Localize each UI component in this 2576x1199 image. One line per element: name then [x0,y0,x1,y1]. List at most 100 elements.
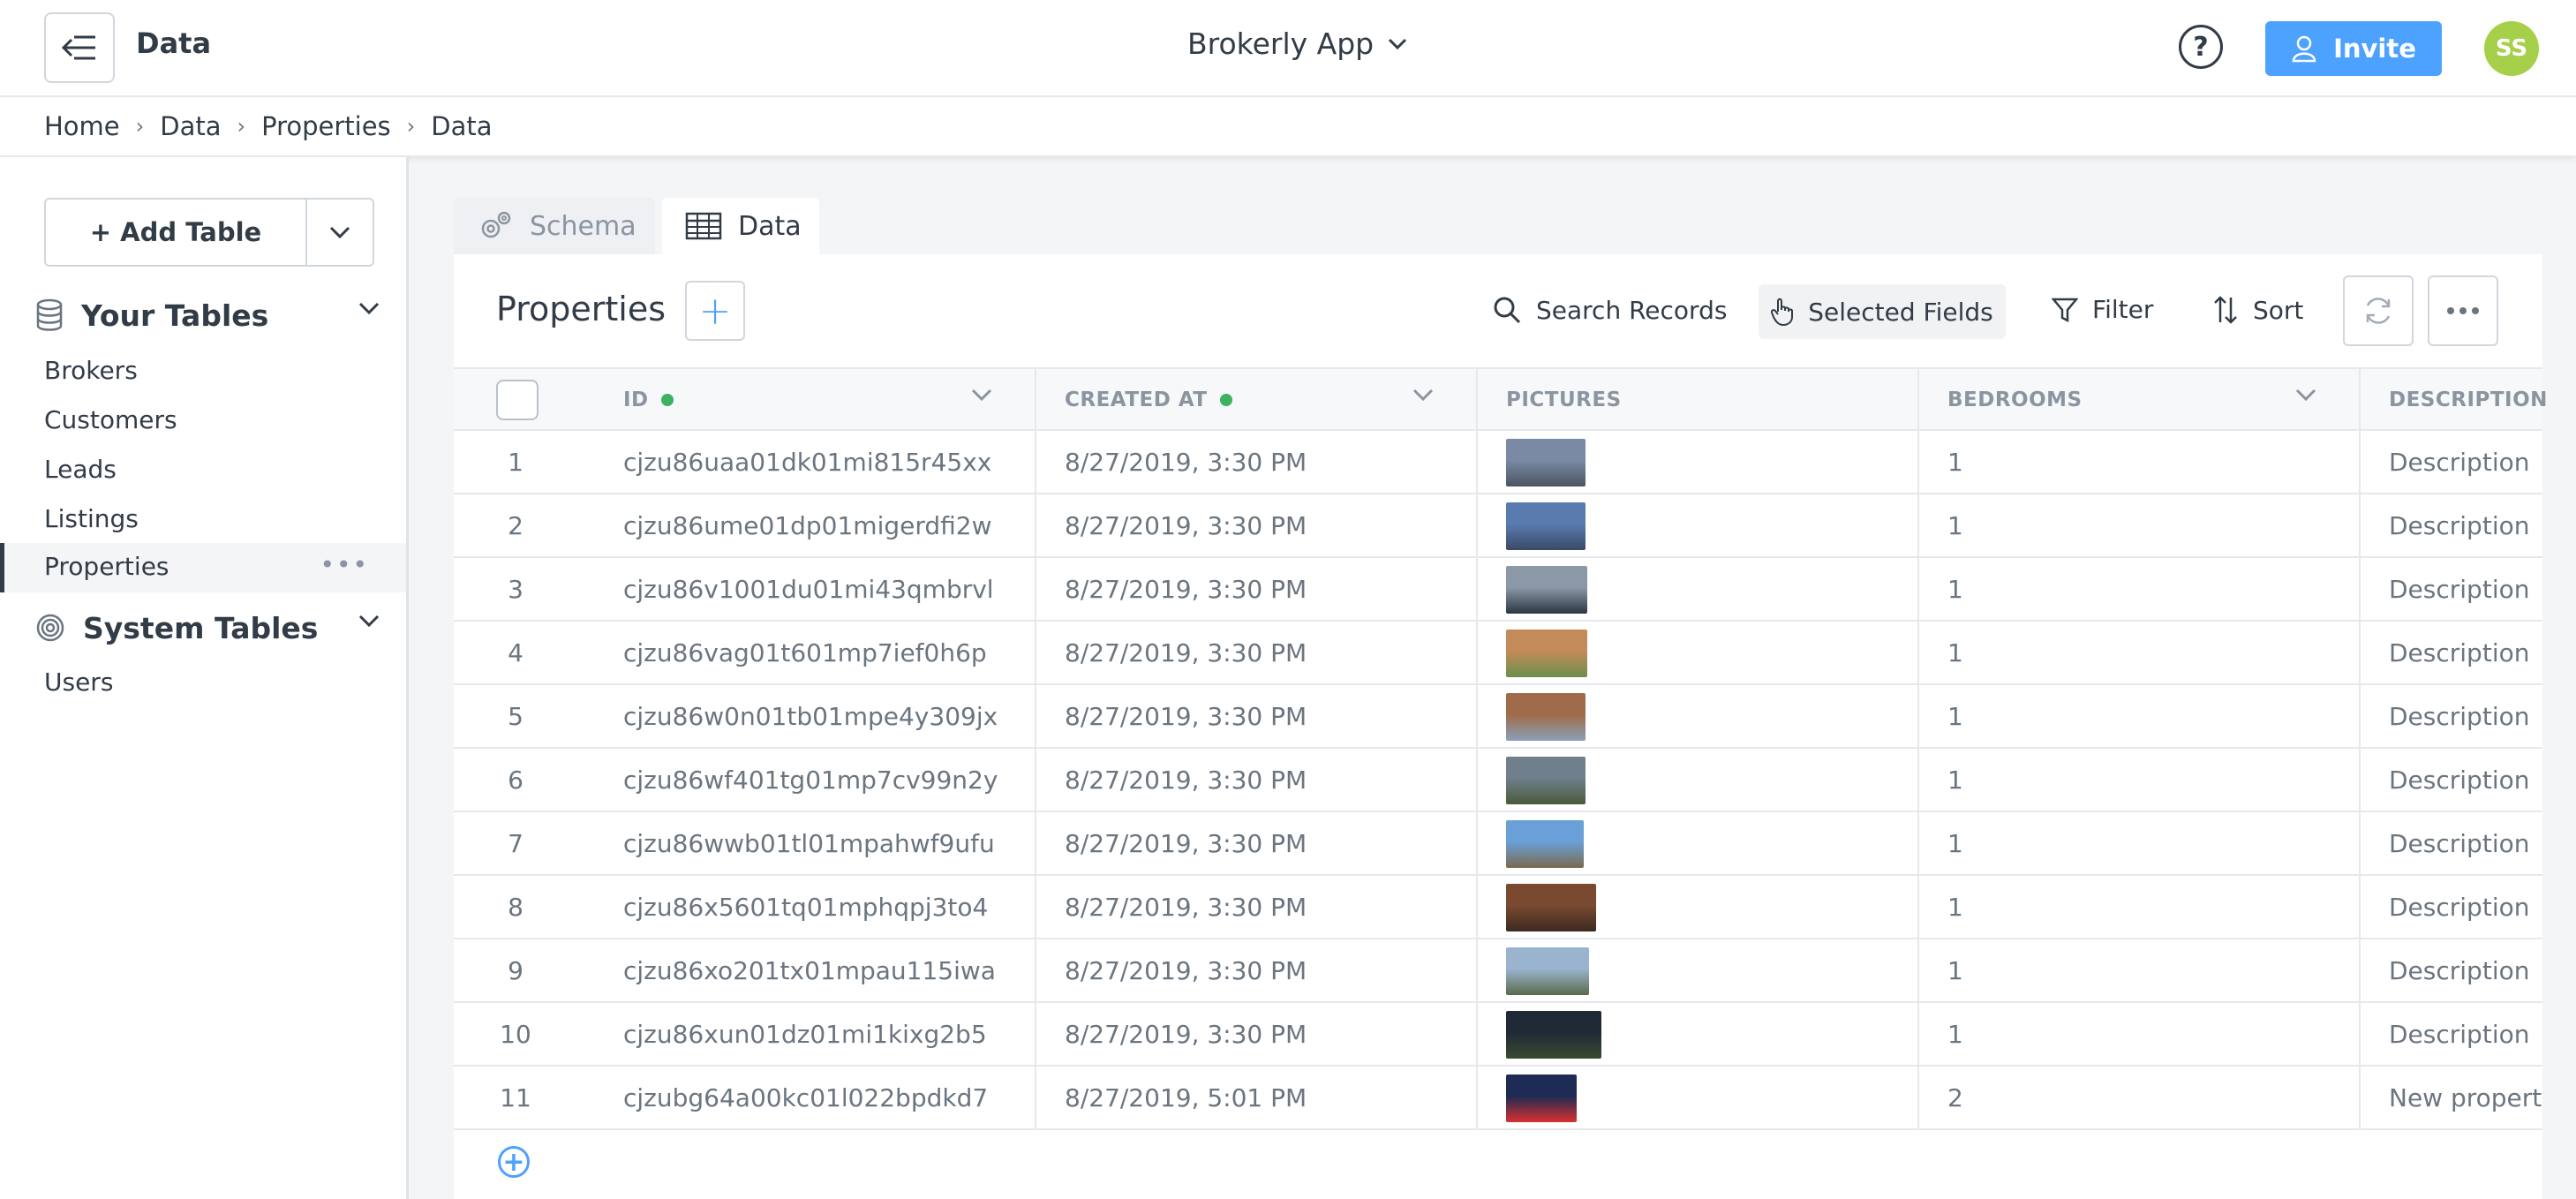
cell-bedrooms[interactable]: 1 [1947,685,2336,747]
cell-created-at[interactable]: 8/27/2019, 3:30 PM [1065,685,1453,747]
add-row-button[interactable]: + [498,1146,530,1178]
table-row[interactable]: 8 cjzu86x5601tq01mphqpj3to4 8/27/2019, 3:3… [454,876,2542,939]
cell-created-at[interactable]: 8/27/2019, 3:30 PM [1065,1003,1453,1065]
table-row[interactable]: 2 cjzu86ume01dp01migerdfi2w 8/27/2019, 3:3… [454,494,2542,558]
property-thumbnail[interactable] [1506,947,1589,995]
table-row[interactable]: 1 cjzu86uaa01dk01mi815r45xx 8/27/2019, 3:3… [454,431,2542,494]
cell-bedrooms[interactable]: 1 [1947,431,2336,493]
column-header-pictures[interactable]: PICTURES [1506,369,1622,431]
tab-data[interactable]: Data [662,198,819,254]
cell-bedrooms[interactable]: 1 [1947,622,2336,683]
cell-id[interactable]: cjzu86wf401tg01mp7cv99n2y [623,749,1012,811]
table-row[interactable]: 3 cjzu86v1001du01mi43qmbrvl 8/27/2019, 3:3… [454,558,2542,622]
menu-toggle-button[interactable] [44,12,115,83]
property-thumbnail[interactable] [1506,502,1586,550]
cell-bedrooms[interactable]: 1 [1947,1003,2336,1065]
select-all-checkbox[interactable] [496,380,539,420]
table-row[interactable]: 5 cjzu86w0n01tb01mpe4y309jx 8/27/2019, 3:3… [454,685,2542,749]
cell-created-at[interactable]: 8/27/2019, 5:01 PM [1065,1067,1453,1128]
cell-description[interactable]: Description [2389,876,2542,938]
cell-description[interactable]: Description [2389,431,2542,493]
cell-bedrooms[interactable]: 1 [1947,749,2336,811]
chevron-down-icon[interactable] [2295,388,2316,401]
help-icon[interactable]: ? [2179,25,2223,69]
cell-bedrooms[interactable]: 1 [1947,558,2336,620]
cell-description[interactable]: Description [2389,622,2542,683]
breadcrumb-properties[interactable]: Properties [261,111,391,141]
cell-description[interactable]: Description [2389,494,2542,556]
avatar[interactable]: SS [2484,21,2539,76]
cell-bedrooms[interactable]: 1 [1947,812,2336,874]
cell-id[interactable]: cjzu86vag01t601mp7ief0h6p [623,622,1012,683]
cell-created-at[interactable]: 8/27/2019, 3:30 PM [1065,431,1453,493]
cell-created-at[interactable]: 8/27/2019, 3:30 PM [1065,558,1453,620]
more-options-icon[interactable]: ••• [320,550,369,579]
selected-fields-button[interactable]: Selected Fields [1759,284,2006,339]
cell-description[interactable]: Description [2389,812,2542,874]
cell-bedrooms[interactable]: 1 [1947,494,2336,556]
property-thumbnail[interactable] [1506,566,1587,614]
sidebar-item-listings[interactable]: Listings [44,504,139,533]
cell-created-at[interactable]: 8/27/2019, 3:30 PM [1065,939,1453,1001]
property-thumbnail[interactable] [1506,884,1596,931]
cell-description[interactable]: New property [2389,1067,2542,1128]
invite-button[interactable]: Invite [2265,21,2442,76]
cell-id[interactable]: cjzu86xun01dz01mi1kixg2b5 [623,1003,1012,1065]
sidebar-item-customers[interactable]: Customers [44,405,177,434]
cell-description[interactable]: Description [2389,749,2542,811]
cell-id[interactable]: cjzu86wwb01tl01mpahwf9ufu [623,812,1012,874]
breadcrumb-data[interactable]: Data [160,111,221,141]
property-thumbnail[interactable] [1506,1075,1577,1122]
add-table-dropdown-button[interactable] [307,200,373,265]
cell-description[interactable]: Description [2389,1003,2542,1065]
column-header-created-at[interactable]: CREATED AT [1065,369,1232,431]
add-record-button[interactable]: + [685,281,745,341]
cell-description[interactable]: Description [2389,685,2542,747]
filter-button[interactable]: Filter [2052,295,2153,324]
table-row[interactable]: 7 cjzu86wwb01tl01mpahwf9ufu 8/27/2019, 3:3… [454,812,2542,876]
cell-created-at[interactable]: 8/27/2019, 3:30 PM [1065,749,1453,811]
cell-bedrooms[interactable]: 2 [1947,1067,2336,1128]
property-thumbnail[interactable] [1506,1011,1601,1059]
sidebar-item-brokers[interactable]: Brokers [44,356,138,385]
tab-schema[interactable]: Schema [454,198,655,254]
cell-bedrooms[interactable]: 1 [1947,876,2336,938]
cell-created-at[interactable]: 8/27/2019, 3:30 PM [1065,812,1453,874]
add-table-button[interactable]: + Add Table [46,200,307,265]
cell-id[interactable]: cjzubg64a00kc01l022bpdkd7 [623,1067,1012,1128]
table-row[interactable]: 6 cjzu86wf401tg01mp7cv99n2y 8/27/2019, 3:3… [454,749,2542,812]
cell-id[interactable]: cjzu86ume01dp01migerdfi2w [623,494,1012,556]
cell-id[interactable]: cjzu86xo201tx01mpau115iwa [623,939,1012,1001]
table-row[interactable]: 11 cjzubg64a00kc01l022bpdkd7 8/27/2019, 5:… [454,1067,2542,1130]
cell-description[interactable]: Description [2389,558,2542,620]
cell-id[interactable]: cjzu86v1001du01mi43qmbrvl [623,558,1012,620]
column-header-description[interactable]: DESCRIPTION [2389,369,2548,431]
cell-id[interactable]: cjzu86x5601tq01mphqpj3to4 [623,876,1012,938]
app-switcher[interactable]: Brokerly App [1187,26,1407,61]
sidebar-item-leads[interactable]: Leads [44,455,117,484]
column-header-id[interactable]: ID [623,369,674,431]
property-thumbnail[interactable] [1506,757,1586,804]
property-thumbnail[interactable] [1506,630,1587,677]
table-row[interactable]: 10 cjzu86xun01dz01mi1kixg2b5 8/27/2019, 3:… [454,1003,2542,1067]
chevron-down-icon[interactable] [1412,388,1434,401]
cell-description[interactable]: Description [2389,939,2542,1001]
property-thumbnail[interactable] [1506,820,1584,868]
cell-bedrooms[interactable]: 1 [1947,939,2336,1001]
cell-id[interactable]: cjzu86w0n01tb01mpe4y309jx [623,685,1012,747]
system-tables-header[interactable]: System Tables [35,606,380,650]
cell-created-at[interactable]: 8/27/2019, 3:30 PM [1065,494,1453,556]
property-thumbnail[interactable] [1506,693,1586,741]
refresh-button[interactable] [2343,275,2414,346]
more-actions-button[interactable] [2428,275,2498,346]
property-thumbnail[interactable] [1506,439,1586,486]
search-records-button[interactable]: Search Records [1492,295,1727,325]
chevron-down-icon[interactable] [971,388,992,401]
breadcrumb-home[interactable]: Home [44,111,120,141]
table-row[interactable]: 4 cjzu86vag01t601mp7ief0h6p 8/27/2019, 3:3… [454,622,2542,685]
table-row[interactable]: 9 cjzu86xo201tx01mpau115iwa 8/27/2019, 3:3… [454,939,2542,1003]
cell-created-at[interactable]: 8/27/2019, 3:30 PM [1065,876,1453,938]
your-tables-header[interactable]: Your Tables [35,293,380,337]
column-header-bedrooms[interactable]: BEDROOMS [1947,369,2083,431]
sort-button[interactable]: Sort [2212,295,2303,325]
